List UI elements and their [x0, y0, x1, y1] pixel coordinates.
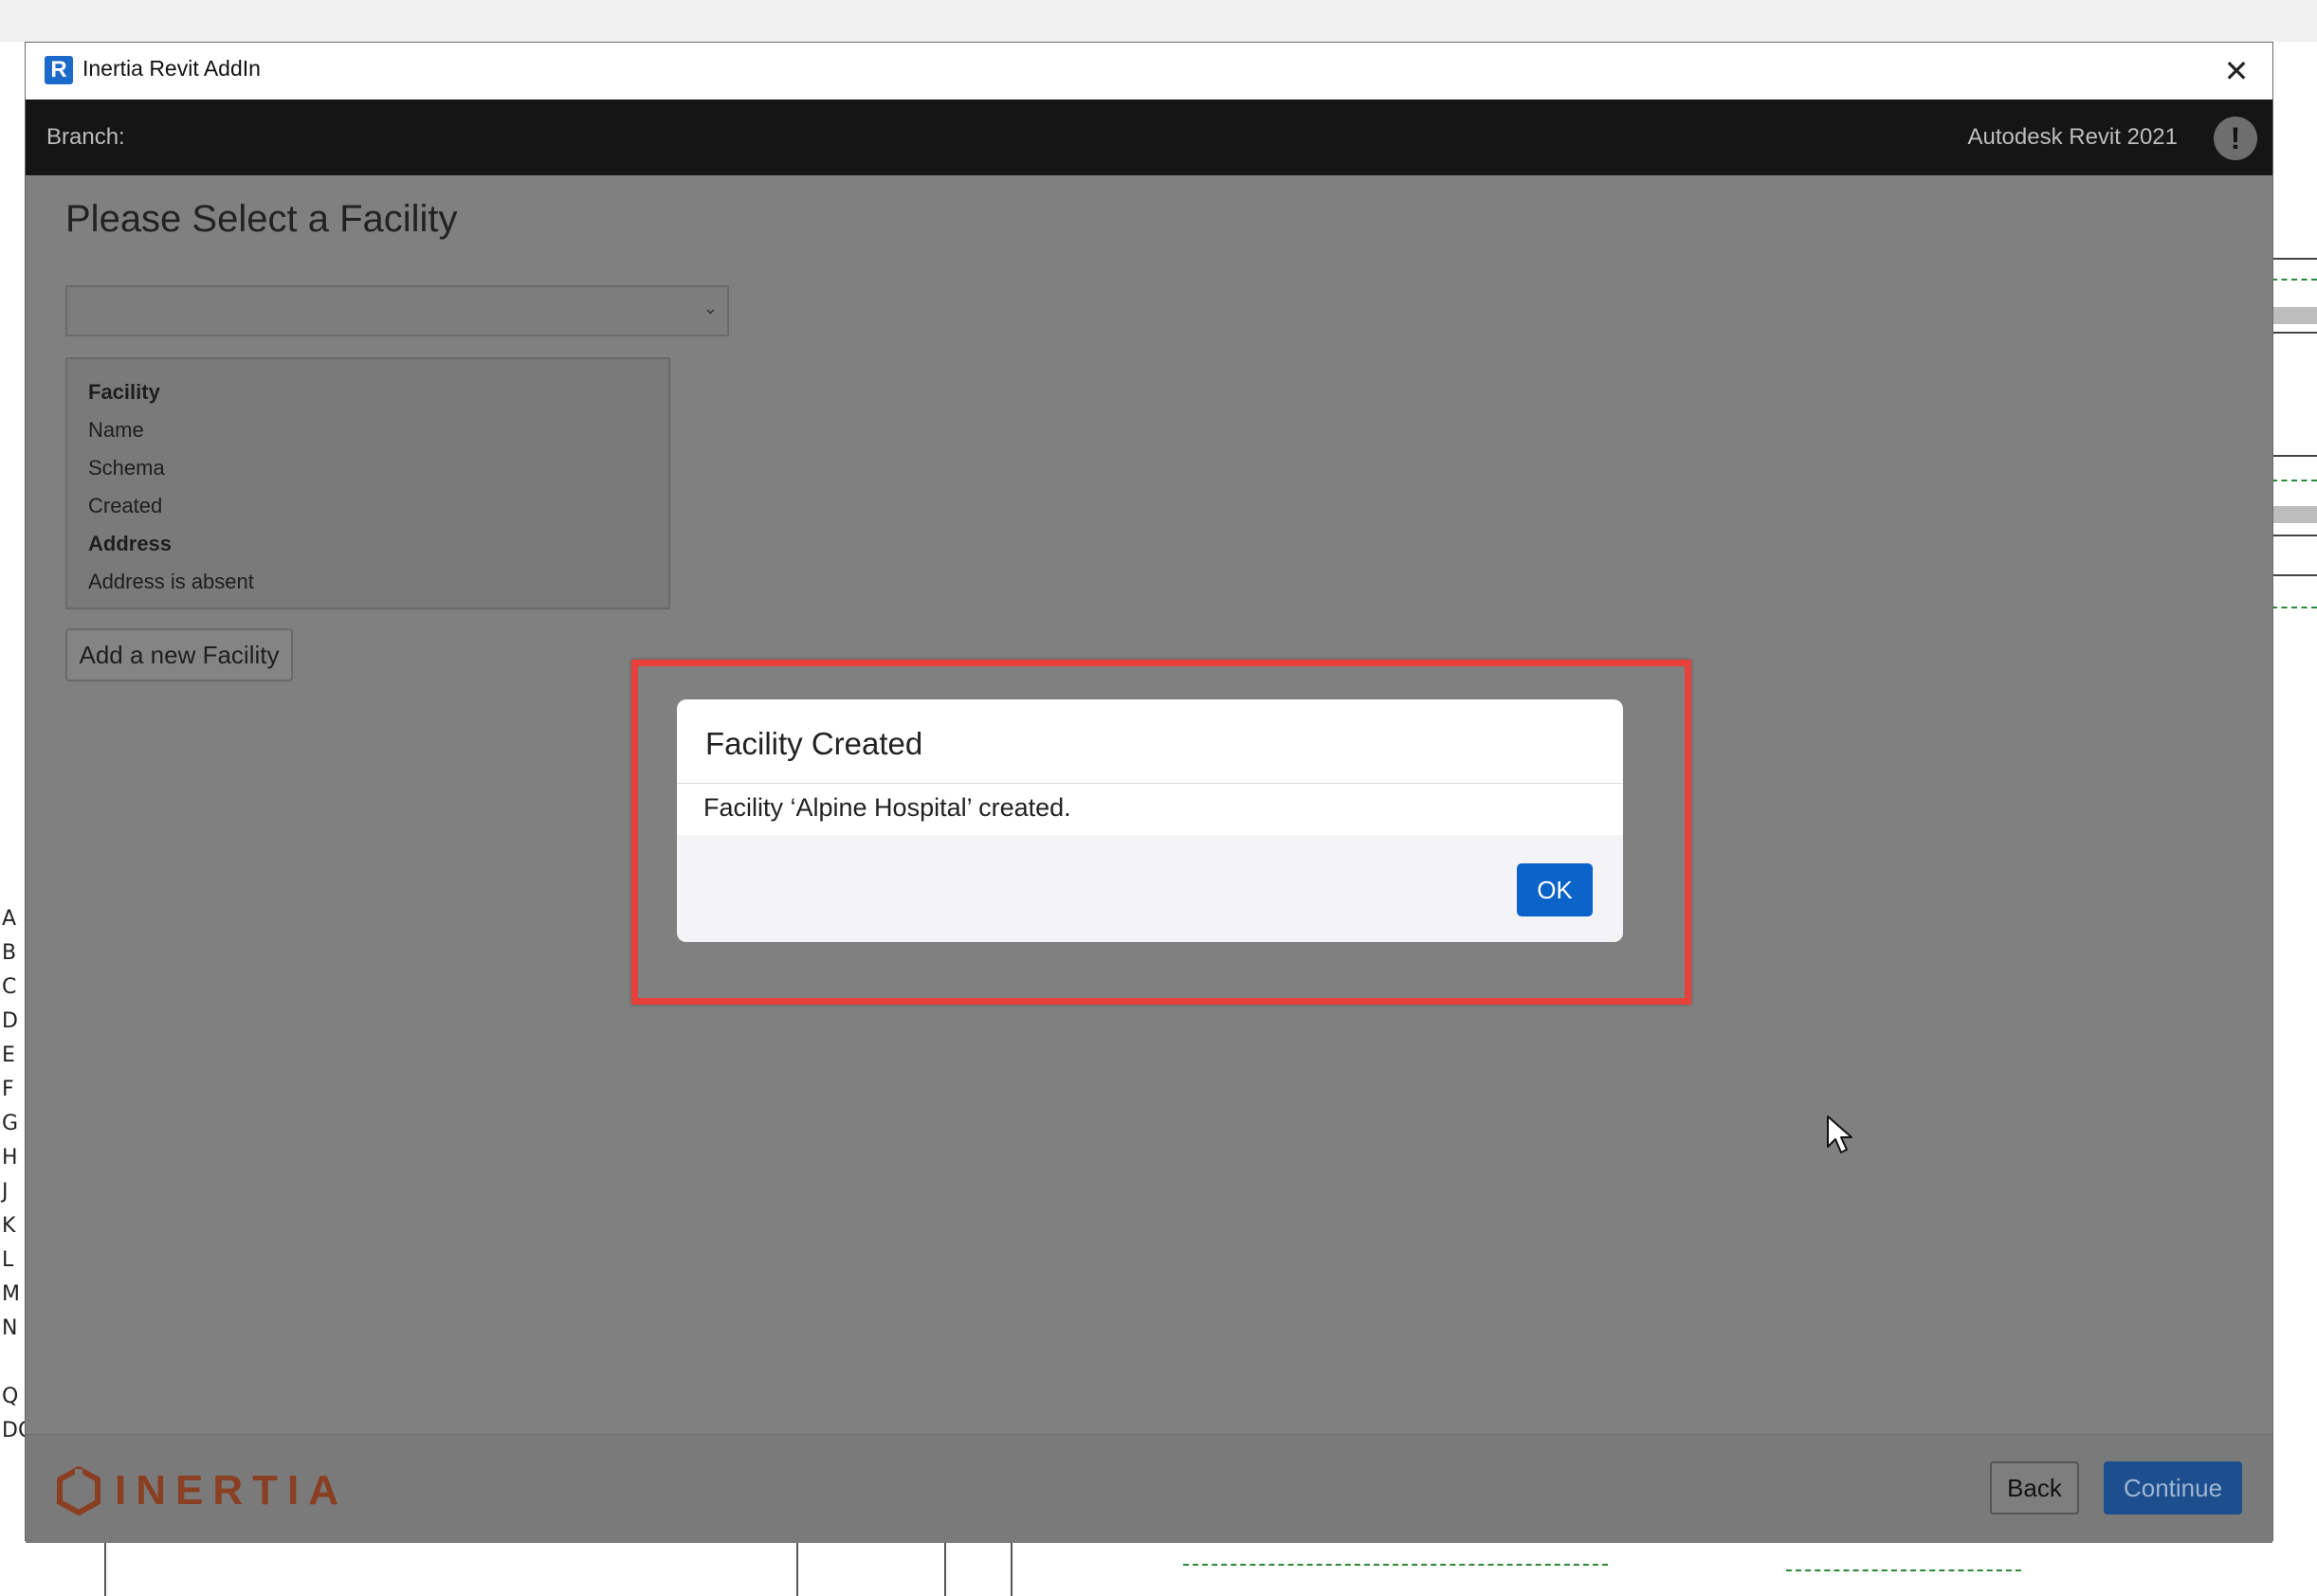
inertia-logo: INERTIA	[54, 1466, 348, 1515]
branch-label: Branch:	[46, 124, 125, 150]
grid-letter-column: A B C D E F G H J K L M N Q DO	[2, 902, 35, 1448]
revit-version-label: Autodesk Revit 2021	[1967, 124, 2178, 150]
alert-icon[interactable]: !	[2214, 117, 2257, 160]
window-footer: INERTIA Back Continue	[26, 1434, 2272, 1543]
details-address-value: Address is absent	[88, 570, 254, 593]
close-icon[interactable]: ✕	[2217, 52, 2255, 90]
dialog-header: Facility Created	[677, 699, 1623, 784]
facility-created-dialog: Facility Created Facility ‘Alpine Hospit…	[677, 699, 1623, 942]
chevron-down-icon: ⌄	[702, 299, 718, 317]
grid-letter: J	[2, 1180, 9, 1204]
grid-letter: C	[2, 975, 17, 999]
add-facility-button[interactable]: Add a new Facility	[65, 628, 293, 681]
grid-letter: L	[2, 1248, 14, 1272]
details-heading-facility: Facility	[88, 380, 160, 404]
branch-bar: Branch: Autodesk Revit 2021 !	[26, 100, 2272, 175]
title-bar: R Inertia Revit AddIn ✕	[26, 43, 2272, 100]
back-button[interactable]: Back	[1990, 1461, 2079, 1514]
logo-text: INERTIA	[115, 1467, 348, 1514]
inertia-hexagon-icon	[57, 1466, 100, 1515]
dialog-title: Facility Created	[705, 726, 923, 761]
grid-letter: D	[2, 1009, 18, 1033]
facility-details-panel: Facility Name Schema Created Address Add…	[65, 357, 670, 609]
revit-app-icon: R	[45, 56, 73, 84]
grid-letter: G	[2, 1112, 19, 1135]
grid-letter: DO	[2, 1419, 35, 1442]
dialog-footer: OK	[677, 835, 1623, 942]
dialog-message: Facility ‘Alpine Hospital’ created.	[703, 793, 1071, 822]
grid-letter: K	[2, 1214, 16, 1238]
grid-letter: N	[2, 1316, 18, 1340]
mouse-pointer-icon	[1827, 1115, 1852, 1153]
page-title: Please Select a Facility	[65, 198, 458, 240]
ok-button[interactable]: OK	[1517, 863, 1593, 916]
details-name: Name	[88, 418, 144, 442]
grid-letter: M	[2, 1282, 20, 1306]
grid-letter: B	[2, 941, 17, 965]
details-created: Created	[88, 494, 163, 517]
details-heading-address: Address	[88, 532, 173, 555]
dialog-body: Facility ‘Alpine Hospital’ created.	[677, 784, 1623, 836]
grid-letter: E	[2, 1043, 15, 1067]
grid-letter: Q	[2, 1385, 19, 1408]
grid-letter	[2, 1346, 25, 1380]
revit-background-drawing	[2271, 142, 2317, 616]
revit-background-toolbar	[0, 0, 2317, 42]
grid-letter: A	[2, 907, 17, 931]
window-title: Inertia Revit AddIn	[82, 56, 261, 81]
details-schema: Schema	[88, 456, 165, 480]
facility-select[interactable]: ⌄	[65, 285, 729, 336]
continue-button[interactable]: Continue	[2104, 1461, 2242, 1514]
revit-background-bottom	[25, 1541, 2317, 1596]
grid-letter: F	[2, 1078, 14, 1101]
grid-letter: H	[2, 1146, 18, 1170]
